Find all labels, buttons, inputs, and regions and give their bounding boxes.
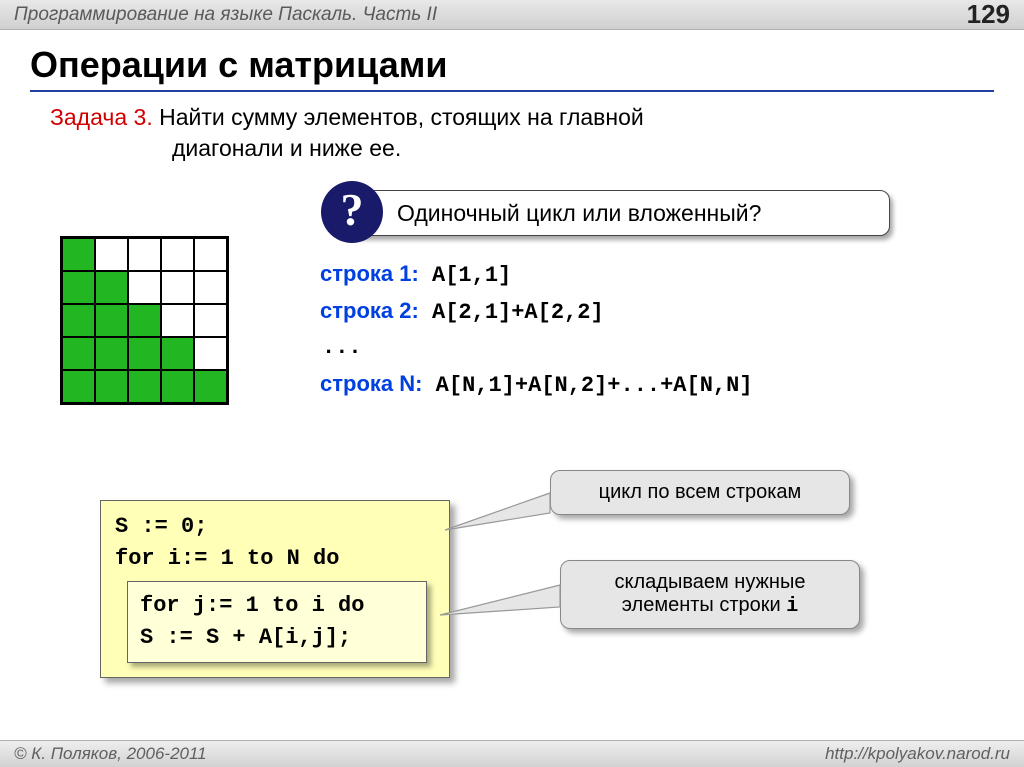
rowN-label: строка N:: [320, 371, 422, 396]
code-block: S := 0; for i:= 1 to N do for j:= 1 to i…: [100, 500, 450, 678]
matrix-cell: [62, 337, 95, 370]
task-label: Задача 3.: [50, 104, 153, 130]
code-line2: for i:= 1 to N do: [115, 543, 435, 575]
callout-box: ? Одиночный цикл или вложенный?: [350, 190, 890, 236]
row2-code: A[2,1]+A[2,2]: [419, 300, 604, 325]
matrix-cell: [194, 337, 227, 370]
rowN-code: A[N,1]+A[N,2]+...+A[N,N]: [422, 373, 752, 398]
matrix-cell: [161, 370, 194, 403]
footer-url: http://kpolyakov.narod.ru: [825, 744, 1010, 764]
matrix-cell: [194, 304, 227, 337]
matrix-cell: [62, 304, 95, 337]
matrix-cell: [62, 238, 95, 271]
row1-label: строка 1:: [320, 261, 419, 286]
code-line3: for j:= 1 to i do: [140, 590, 414, 622]
matrix-cell: [161, 238, 194, 271]
row1-code: A[1,1]: [419, 263, 511, 288]
row-dots: ...: [322, 330, 753, 365]
header-title: Программирование на языке Паскаль. Часть…: [14, 4, 437, 26]
matrix-cell: [95, 304, 128, 337]
matrix-grid: [60, 236, 229, 405]
task-line2: диагонали и ниже ее.: [172, 135, 401, 161]
page-number: 129: [967, 0, 1010, 30]
annotation-1: цикл по всем строкам: [550, 470, 850, 515]
matrix-cell: [128, 238, 161, 271]
matrix-cell: [128, 304, 161, 337]
matrix-cell: [194, 238, 227, 271]
header-bar: Программирование на языке Паскаль. Часть…: [0, 0, 1024, 30]
code-line1: S := 0;: [115, 511, 435, 543]
matrix-cell: [128, 271, 161, 304]
rows-block: строка 1: A[1,1] строка 2: A[2,1]+A[2,2]…: [320, 256, 753, 403]
matrix-cell: [161, 271, 194, 304]
row2-label: строка 2:: [320, 298, 419, 323]
matrix-cell: [161, 304, 194, 337]
code-line4: S := S + A[i,j];: [140, 622, 414, 654]
matrix-cell: [128, 337, 161, 370]
matrix-cell: [95, 271, 128, 304]
footer-copyright: © К. Поляков, 2006-2011: [14, 744, 207, 764]
title-rule: [30, 90, 994, 92]
matrix-cell: [62, 370, 95, 403]
matrix-cell: [161, 337, 194, 370]
matrix-cell: [62, 271, 95, 304]
matrix-cell: [194, 370, 227, 403]
matrix-cell: [95, 370, 128, 403]
code-inner: for j:= 1 to i do S := S + A[i,j];: [127, 581, 427, 663]
callout-text: Одиночный цикл или вложенный?: [397, 200, 761, 227]
code-outer: S := 0; for i:= 1 to N do for j:= 1 to i…: [100, 500, 450, 678]
footer-bar: © К. Поляков, 2006-2011 http://kpolyakov…: [0, 740, 1024, 767]
question-icon: ?: [321, 181, 383, 243]
matrix-cell: [194, 271, 227, 304]
task-text: Задача 3. Найти сумму элементов, стоящих…: [50, 102, 974, 164]
matrix-cell: [95, 238, 128, 271]
task-line1: Найти сумму элементов, стоящих на главно…: [153, 104, 644, 130]
slide-title: Операции с матрицами: [30, 44, 994, 86]
annotation-2: складываем нужные элементы строки i: [560, 560, 860, 629]
matrix-cell: [128, 370, 161, 403]
matrix-cell: [95, 337, 128, 370]
